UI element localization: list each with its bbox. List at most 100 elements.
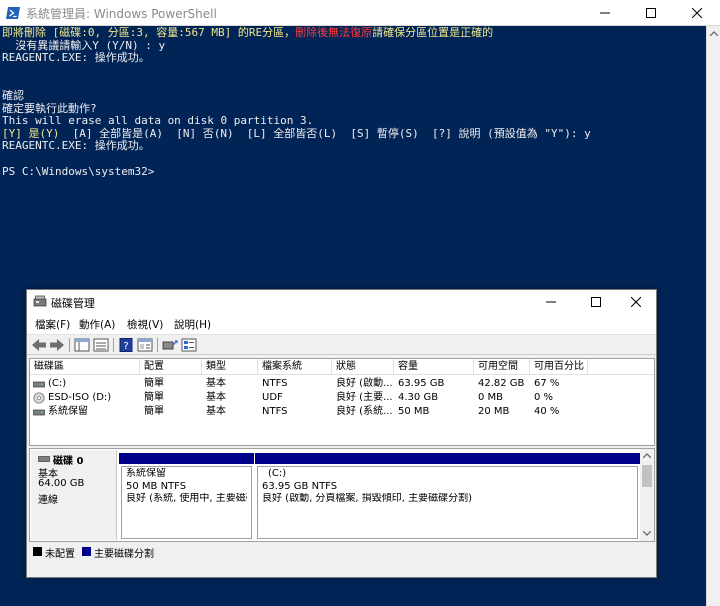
column-header-volume[interactable]: 磁碟區	[30, 359, 140, 375]
volume-list[interactable]: 磁碟區 配置 類型 檔案系統 狀態 容量 可用空間 可用百分比 (C:) 簡單 …	[29, 358, 655, 446]
volume-free-percent: 0 %	[534, 392, 554, 403]
dm-close-button[interactable]	[615, 290, 657, 314]
disk-management-window[interactable]: 磁碟管理 檔案(F) 動作(A) 檢視(V) 說明(H) ? 磁碟區 配置 類型	[26, 289, 657, 578]
partition-box: 系統保留 50 MB NTFS 良好 (系統, 使用中, 主要磁碟	[121, 466, 252, 539]
console-text: [A] 全部皆是(A) [N] 否(N) [L] 全部皆否(L) [S] 暫停(…	[59, 126, 591, 140]
menu-view[interactable]: 檢視(V)	[127, 317, 163, 332]
console-text: ] 的RE分區，	[224, 26, 296, 39]
partition-system-reserved[interactable]: 系統保留 50 MB NTFS 良好 (系統, 使用中, 主要磁碟	[119, 453, 254, 539]
drive-icon	[33, 409, 45, 416]
menu-file[interactable]: 檔案(F)	[35, 317, 70, 332]
console-text: PS C:\Windows\system32>	[2, 164, 155, 178]
powershell-titlebar[interactable]: 系統管理員: Windows PowerShell	[0, 0, 720, 26]
minimize-icon	[600, 12, 610, 14]
console-text: 磁碟:0, 分區:3, 容量:567 MB	[59, 26, 225, 39]
volume-layout: 簡單	[144, 392, 164, 403]
console-text: [Y] 是(Y)	[2, 126, 60, 140]
partition-size: 63.95 GB NTFS	[262, 480, 338, 492]
volume-filesystem: NTFS	[262, 378, 288, 389]
close-icon	[692, 8, 702, 18]
volume-name: (C:)	[48, 378, 67, 389]
maximize-icon	[646, 8, 656, 18]
console-text: 刪除後無法復原	[295, 26, 373, 39]
chevron-up-icon	[710, 30, 718, 36]
close-icon	[631, 297, 641, 307]
console-text: 確定要執行此動作?	[2, 101, 97, 115]
volume-status: 良好 (系統...	[336, 406, 392, 417]
volume-filesystem: UDF	[262, 392, 283, 403]
legend-label-unallocated: 未配置	[45, 549, 75, 560]
disk-list-icon[interactable]	[181, 338, 197, 352]
disk-state: 連線	[38, 495, 58, 506]
console-text: This will erase all data on disk 0 parti…	[2, 114, 314, 128]
volume-free-percent: 40 %	[534, 406, 560, 417]
partition-status: 良好 (啟動, 分頁檔案, 損毀傾印, 主要磁碟分割)	[262, 493, 473, 504]
partition-bar	[119, 453, 254, 464]
column-header-layout[interactable]: 配置	[140, 359, 202, 375]
volume-name: 系統保留	[48, 406, 88, 417]
drive-icon	[33, 381, 45, 388]
console-tree-icon[interactable]	[74, 338, 90, 352]
partition-size: 50 MB NTFS	[126, 480, 187, 492]
volume-layout: 簡單	[144, 378, 164, 389]
column-header-capacity[interactable]: 容量	[394, 359, 474, 375]
dm-minimize-button[interactable]	[530, 290, 572, 314]
column-header-filler	[588, 359, 654, 375]
menu-help[interactable]: 說明(H)	[174, 317, 211, 332]
graph-scrollbar[interactable]	[640, 449, 654, 541]
volume-layout: 簡單	[144, 406, 164, 417]
menu-action[interactable]: 動作(A)	[79, 317, 115, 332]
maximize-icon	[591, 297, 601, 307]
properties-icon[interactable]	[137, 338, 153, 352]
disk-0-info[interactable]: 磁碟 0 基本 64.00 GB 連線	[31, 450, 117, 540]
minimize-icon	[546, 301, 556, 303]
console-text: REAGENTC.EXE: 操作成功。	[2, 139, 150, 153]
console-text: REAGENTC.EXE: 操作成功。	[2, 51, 150, 65]
console-text: 沒有異議請輸入Y (Y/N) : y	[2, 38, 166, 52]
partition-name: 系統保留	[126, 468, 166, 479]
console-line: REAGENTC.EXE: 操作成功。	[2, 51, 591, 65]
powershell-window-title: 系統管理員: Windows PowerShell	[26, 7, 217, 21]
volume-type: 基本	[206, 406, 226, 417]
menu-bar: 檔案(F) 動作(A) 檢視(V) 說明(H)	[27, 314, 656, 334]
chevron-up-icon[interactable]	[643, 453, 651, 458]
console-text: 即將刪除 [	[2, 26, 60, 39]
volume-capacity: 50 MB	[398, 406, 430, 417]
console-output: 即將刪除 [磁碟:0, 分區:3, 容量:567 MB] 的RE分區，刪除後無法…	[2, 26, 591, 178]
column-header-free-percent[interactable]: 可用百分比	[530, 359, 588, 375]
volume-free-space: 20 MB	[478, 406, 510, 417]
list-view-icon[interactable]	[93, 338, 109, 352]
legend-swatch-unallocated	[33, 547, 42, 556]
column-header-status[interactable]: 狀態	[332, 359, 394, 375]
close-button[interactable]	[674, 0, 720, 26]
disk-management-titlebar[interactable]: 磁碟管理	[27, 290, 656, 314]
forward-arrow-icon[interactable]	[49, 338, 65, 352]
disk-size: 64.00 GB	[38, 478, 85, 489]
minimize-button[interactable]	[582, 0, 628, 26]
column-header-filesystem[interactable]: 檔案系統	[258, 359, 332, 375]
dm-maximize-button[interactable]	[575, 290, 617, 314]
scroll-thumb[interactable]	[642, 465, 652, 487]
column-header-free-space[interactable]: 可用空間	[474, 359, 530, 375]
connect-drive-icon[interactable]	[162, 338, 178, 352]
partition-c-drive[interactable]: (C:) 63.95 GB NTFS 良好 (啟動, 分頁檔案, 損毀傾印, 主…	[255, 453, 640, 539]
disk-graphical-view[interactable]: 磁碟 0 基本 64.00 GB 連線 系統保留 50 MB NTFS 良好 (…	[29, 448, 655, 542]
chevron-down-icon[interactable]	[643, 531, 651, 536]
volume-capacity: 4.30 GB	[398, 392, 439, 403]
maximize-button[interactable]	[628, 0, 674, 26]
back-arrow-icon[interactable]	[31, 338, 47, 352]
console-scrollbar[interactable]	[706, 26, 720, 606]
legend-label-primary: 主要磁碟分割	[94, 549, 154, 560]
partition-box: (C:) 63.95 GB NTFS 良好 (啟動, 分頁檔案, 損毀傾印, 主…	[257, 466, 638, 539]
disk-icon	[38, 456, 50, 462]
partition-name: (C:)	[268, 468, 287, 479]
legend-swatch-primary	[82, 547, 91, 556]
column-header-type[interactable]: 類型	[202, 359, 258, 375]
cd-drive-icon	[33, 392, 45, 404]
scroll-up-arrow[interactable]	[707, 26, 720, 40]
help-icon[interactable]: ?	[118, 338, 134, 352]
disk-management-icon	[33, 295, 47, 307]
console-line: REAGENTC.EXE: 操作成功。	[2, 140, 591, 153]
